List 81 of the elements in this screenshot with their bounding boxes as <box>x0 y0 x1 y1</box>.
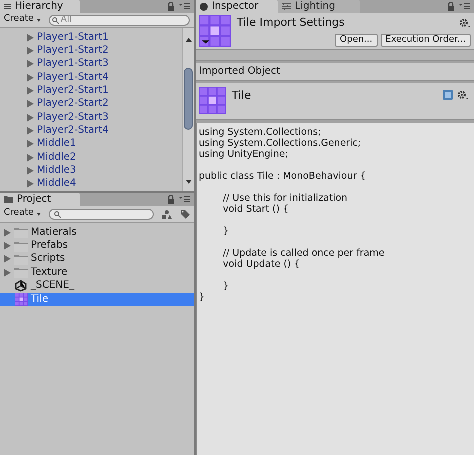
script-asset-icon <box>14 293 28 306</box>
project-item[interactable]: _SCENE_ <box>0 280 194 293</box>
collapsed-arrow-icon[interactable] <box>27 114 34 122</box>
tab-label: Lighting <box>295 0 336 14</box>
caret-icon <box>36 18 41 22</box>
hierarchy-item[interactable]: Player2-Start3 <box>37 112 109 123</box>
hierarchy-tab-label: Hierarchy <box>15 0 64 14</box>
settings-icon[interactable] <box>459 18 471 29</box>
hierarchy-item[interactable]: Player2-Start4 <box>37 126 109 136</box>
create-dropdown[interactable]: Create <box>4 13 41 27</box>
hierarchy-item[interactable]: Middle1 <box>37 139 76 150</box>
project-item-label: _SCENE_ <box>31 281 74 292</box>
collapsed-arrow-icon[interactable] <box>27 180 34 188</box>
inspector-button[interactable]: Open... <box>335 34 378 46</box>
lock-icon[interactable] <box>167 195 175 204</box>
lock-icon[interactable] <box>447 2 455 11</box>
hierarchy-item[interactable]: Player2-Start2 <box>37 99 109 110</box>
inspector-button[interactable]: Execution Order... <box>380 34 471 46</box>
collapsed-arrow-icon[interactable] <box>27 154 34 162</box>
collapsed-arrow-icon[interactable] <box>27 74 34 82</box>
collapsed-arrow-icon[interactable] <box>27 100 34 108</box>
menu-icon[interactable] <box>179 3 190 10</box>
inspector-title: Tile Import Settings <box>237 15 345 31</box>
search-icon <box>54 210 61 218</box>
create-dropdown[interactable]: Create <box>4 207 41 221</box>
hierarchy-tab[interactable]: Hierarchy <box>0 0 80 13</box>
lock-icon[interactable] <box>167 2 175 11</box>
project-item[interactable]: Scripts <box>0 252 194 266</box>
script-asset-icon <box>199 15 231 47</box>
collapsed-arrow-icon[interactable] <box>27 126 34 135</box>
settings-icon[interactable] <box>457 90 469 101</box>
tag-icon[interactable] <box>180 209 190 219</box>
project-tab-label: Project <box>17 193 52 207</box>
project-item-label: Matierals <box>31 228 77 238</box>
panel-tab[interactable]: Lighting <box>278 0 360 13</box>
folder-icon <box>4 196 13 203</box>
hierarchy-item[interactable]: Player1-Start4 <box>37 72 109 83</box>
project-tab[interactable]: Project <box>0 193 80 206</box>
hierarchy-item[interactable]: Middle3 <box>37 166 76 176</box>
script-source-text: using System.Collections; using System.Collections.Generic; using UnityEngine; public class Tile : MonoBehaviour { // Use this for initialization void Start () { } // Update is called once per frame void Update () { } } <box>199 127 386 303</box>
sliders-icon <box>282 3 291 10</box>
project-item[interactable]: Prefabs <box>0 239 194 253</box>
list-icon <box>4 4 11 9</box>
project-item-label: Tile <box>31 294 49 305</box>
folder-icon <box>14 240 28 252</box>
filter-by-type-icon[interactable] <box>162 210 172 218</box>
info-icon <box>200 2 208 10</box>
section-header: Imported Object <box>199 65 280 79</box>
project-item[interactable]: Texture <box>0 266 194 280</box>
project-item-label: Prefabs <box>31 241 68 252</box>
collapsed-arrow-icon[interactable] <box>27 166 34 175</box>
search-field[interactable] <box>48 208 154 220</box>
panel-tab[interactable]: Inspector <box>196 0 278 13</box>
folder-icon <box>14 254 28 265</box>
folder-icon <box>14 227 28 238</box>
unity-logo-icon <box>15 280 27 292</box>
project-item[interactable]: Tile <box>0 292 194 306</box>
object-name: Tile <box>232 88 252 104</box>
folder-icon <box>14 267 28 278</box>
search-field[interactable]: All <box>48 14 190 26</box>
hierarchy-item[interactable]: Player1-Start3 <box>37 59 109 70</box>
tab-label: Inspector <box>212 0 259 14</box>
menu-icon[interactable] <box>459 3 470 10</box>
collapsed-arrow-icon[interactable] <box>27 86 34 95</box>
project-item-label: Scripts <box>31 254 66 264</box>
project-item[interactable]: Matierals <box>0 226 194 240</box>
hierarchy-item[interactable]: Player1-Start1 <box>37 32 109 43</box>
hierarchy-item[interactable]: Middle2 <box>37 152 76 163</box>
hierarchy-item[interactable]: Player2-Start1 <box>37 86 109 96</box>
script-asset-icon <box>199 87 226 114</box>
search-icon <box>52 16 59 24</box>
caret-icon <box>36 212 41 216</box>
scrollbar[interactable] <box>182 28 194 191</box>
hierarchy-item[interactable]: Middle4 <box>37 179 76 190</box>
collapsed-arrow-icon[interactable] <box>27 140 34 148</box>
collapsed-arrow-icon[interactable] <box>27 34 34 42</box>
hierarchy-item[interactable]: Player1-Start2 <box>37 46 109 56</box>
menu-icon[interactable] <box>179 196 190 203</box>
collapsed-arrow-icon[interactable] <box>27 46 34 55</box>
collapsed-arrow-icon[interactable] <box>27 60 34 68</box>
project-item-label: Texture <box>31 268 68 278</box>
